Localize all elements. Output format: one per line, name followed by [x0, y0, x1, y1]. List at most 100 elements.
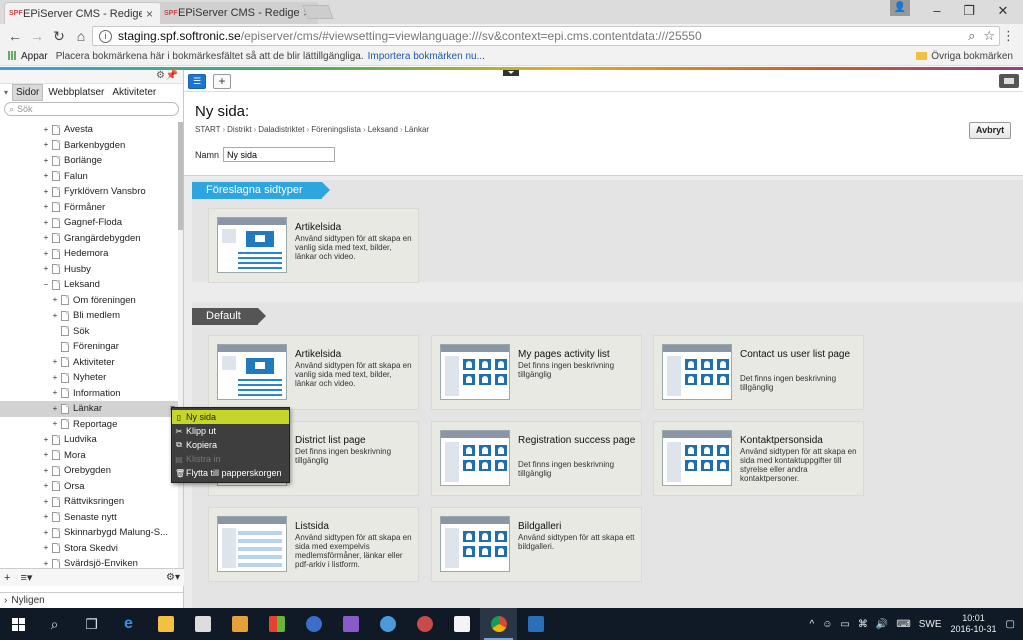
tree-node[interactable]: + Falun	[0, 169, 178, 185]
document-icon[interactable]	[443, 608, 480, 640]
tab-tasks[interactable]: Aktiviteter	[109, 85, 159, 100]
user-profile-icon[interactable]: 👤	[890, 0, 910, 16]
expand-icon[interactable]: +	[42, 156, 50, 165]
volume-icon[interactable]: 🔊	[876, 619, 888, 630]
expand-icon[interactable]: +	[42, 203, 50, 211]
context-menu-item[interactable]: ⧉ Kopiera	[172, 438, 289, 452]
expand-icon[interactable]: +	[42, 249, 50, 258]
tree-node[interactable]: + Aktiviteter	[0, 355, 178, 371]
notifications-icon[interactable]: ▢	[1006, 619, 1015, 630]
cancel-button[interactable]: Avbryt	[969, 122, 1011, 139]
scrollbar-thumb[interactable]	[178, 122, 183, 230]
expand-icon[interactable]: +	[42, 466, 50, 475]
tree-node[interactable]: + Fyrklövern Vansbro	[0, 184, 178, 200]
expand-icon[interactable]: +	[42, 172, 50, 180]
expand-icon[interactable]: +	[51, 311, 59, 320]
home-icon[interactable]: ⌂	[70, 28, 92, 44]
page-type-card[interactable]: My pages activity list Det finns ingen be…	[431, 335, 642, 410]
tree-node[interactable]: + Orebygden	[0, 463, 178, 479]
battery-icon[interactable]: ▭	[840, 619, 849, 630]
new-tab-button[interactable]	[302, 5, 334, 19]
task-view-icon[interactable]: ❐	[73, 608, 110, 640]
add-icon[interactable]: +	[4, 572, 10, 584]
breadcrumb-item[interactable]: Distrikt	[227, 125, 251, 134]
chrome-icon[interactable]	[480, 608, 517, 640]
file-explorer-icon[interactable]	[147, 608, 184, 640]
add-content-button[interactable]: +	[213, 74, 231, 89]
restore-icon[interactable]: ❐	[952, 0, 986, 22]
address-bar[interactable]: i staging.spf.softronic.se/episerver/cms…	[92, 26, 1000, 46]
tree-node[interactable]: + Skinnarbygd Malung-S...	[0, 525, 178, 541]
expand-icon[interactable]: +	[42, 435, 50, 444]
store-icon[interactable]	[184, 608, 221, 640]
notes-icon[interactable]	[332, 608, 369, 640]
browser-tab[interactable]: SPF EPiServer CMS - Redigera ×	[160, 2, 318, 24]
page-type-card[interactable]: Contact us user list page Det finns ingen…	[653, 335, 864, 410]
forward-icon[interactable]: →	[26, 28, 48, 44]
expand-icon[interactable]: +	[42, 513, 50, 521]
tree-node[interactable]: Föreningar	[0, 339, 178, 355]
expand-icon[interactable]: +	[42, 187, 50, 196]
page-type-card[interactable]: Artikelsida Använd sidtypen för att skapa…	[208, 335, 419, 410]
close-tab-icon[interactable]: ×	[146, 7, 153, 21]
pin-icon[interactable]: 📌	[166, 70, 178, 81]
breadcrumb-item[interactable]: Länkar	[405, 125, 429, 134]
tree-node[interactable]: + Stora Skedvi	[0, 541, 178, 557]
expand-icon[interactable]: +	[42, 141, 50, 149]
expand-icon[interactable]: +	[42, 559, 50, 568]
editor-icon[interactable]	[517, 608, 554, 640]
expand-icon[interactable]: +	[42, 125, 50, 134]
cloud-app-icon[interactable]	[369, 608, 406, 640]
tree-node[interactable]: + Senaste nytt	[0, 510, 178, 526]
keyboard-icon[interactable]: ⌨	[896, 619, 910, 630]
other-bookmarks[interactable]: Övriga bokmärken	[916, 51, 1013, 62]
context-menu-item[interactable]: 🗑 Flytta till papperskorgen	[172, 466, 289, 480]
security-icon[interactable]	[295, 608, 332, 640]
tree-node[interactable]: + Grangärdebygden	[0, 231, 178, 247]
back-icon[interactable]: ←	[4, 28, 26, 44]
start-button[interactable]	[0, 608, 36, 640]
tree-node[interactable]: − Leksand	[0, 277, 178, 293]
tree-node[interactable]: + Husby	[0, 262, 178, 278]
network-icon[interactable]: ⌘	[858, 619, 868, 630]
settings-icon[interactable]: ⚙▾	[166, 572, 180, 583]
toggle-navigation-icon[interactable]: ☰	[188, 74, 206, 89]
clock[interactable]: 10:01 2016-10-31	[950, 613, 998, 635]
info-icon[interactable]: i	[99, 29, 112, 43]
zoom-icon[interactable]: ⌕	[968, 28, 975, 44]
tree-node[interactable]: + Reportage	[0, 417, 178, 433]
recent-section[interactable]: › Nyligen	[0, 592, 184, 608]
office-icon[interactable]	[258, 608, 295, 640]
search-field[interactable]: ⌕ Sök	[4, 102, 179, 116]
tree-node[interactable]: + Information	[0, 386, 178, 402]
tree-node[interactable]: + Svärdsjö-Enviken	[0, 556, 178, 568]
page-type-card[interactable]: Kontaktpersonsida Använd sidtypen för att…	[653, 421, 864, 496]
collapse-icon[interactable]: −	[42, 280, 50, 289]
expand-icon[interactable]: +	[42, 528, 50, 537]
context-menu-item[interactable]: ✂ Klipp ut	[172, 424, 289, 438]
breadcrumb-item[interactable]: Föreningslista	[311, 125, 361, 134]
breadcrumb-item[interactable]: Leksand	[368, 125, 398, 134]
tab-sites[interactable]: Webbplatser	[45, 85, 107, 100]
tree-node[interactable]: + Bli medlem	[0, 308, 178, 324]
tree-node[interactable]: + Nyheter	[0, 370, 178, 386]
context-menu-item[interactable]: ▯ Ny sida	[172, 410, 289, 424]
expand-icon[interactable]: +	[51, 373, 59, 382]
media-player-icon[interactable]	[221, 608, 258, 640]
search-icon[interactable]: ⌕	[36, 608, 73, 640]
close-window-icon[interactable]: ✕	[986, 0, 1020, 22]
expand-icon[interactable]: +	[51, 296, 59, 304]
chevron-down-icon[interactable]: ▾	[4, 88, 8, 97]
tree-node[interactable]: + Orsa	[0, 479, 178, 495]
import-bookmarks-link[interactable]: Importera bokmärken nu...	[368, 51, 485, 62]
expand-icon[interactable]: +	[42, 544, 50, 552]
page-type-card[interactable]: Registration success page Det finns ingen…	[431, 421, 642, 496]
tree-node[interactable]: + Förmåner	[0, 200, 178, 216]
tree-node[interactable]: + Mora	[0, 448, 178, 464]
expand-icon[interactable]: +	[42, 451, 50, 459]
tree-node[interactable]: + Hedemora	[0, 246, 178, 262]
expand-icon[interactable]: +	[51, 389, 59, 397]
expand-icon[interactable]: +	[42, 497, 50, 506]
expand-icon[interactable]: +	[42, 234, 50, 242]
browser-tab-active[interactable]: SPF EPiServer CMS - Redigera ×	[4, 2, 162, 24]
